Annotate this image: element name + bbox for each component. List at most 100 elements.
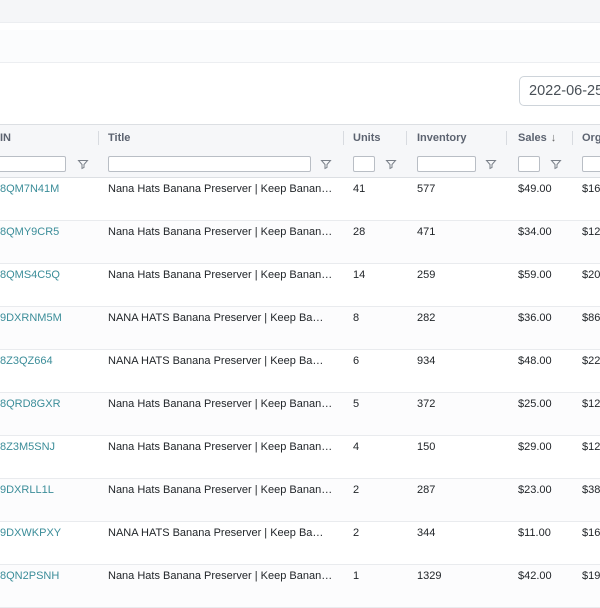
sales-cell: $29.00 [518,441,552,453]
sales-filter-input[interactable] [518,156,540,172]
sales-cell: $11.00 [518,527,551,539]
inventory-cell: 344 [417,527,436,539]
column-header-title[interactable]: Title [100,125,345,151]
units-cell: 2 [353,527,360,539]
inventory-cell: 282 [417,312,436,324]
units-cell: 2 [353,484,360,496]
units-cell: 6 [353,355,360,367]
table-row[interactable]: 8QM7N41M Nana Hats Banana Preserver | Ke… [0,178,600,221]
asin-link[interactable]: 8QRD8GXR [0,393,95,435]
sales-cell: $25.00 [518,398,552,410]
title-cell: NANA HATS Banana Preserver | Keep Banana… [108,527,328,539]
table-row[interactable]: 8QMS4C5Q Nana Hats Banana Preserver | Ke… [0,264,600,307]
filter-funnel-icon[interactable] [485,158,497,170]
asin-link[interactable]: 8QM7N41M [0,178,95,220]
asin-link[interactable]: 8QMY9CR5 [0,221,95,263]
units-cell: 5 [353,398,360,410]
inventory-cell: 287 [417,484,436,496]
title-cell: Nana Hats Banana Preserver | Keep Banana… [108,441,334,453]
title-cell: Nana Hats Banana Preserver | Keep Banana… [108,570,334,582]
column-separator[interactable] [343,131,344,145]
org-filter-input[interactable] [582,156,600,172]
org-cell: $16 [582,183,600,195]
units-cell: 14 [353,269,366,281]
inventory-cell: 259 [417,269,436,281]
org-cell: $16 [582,527,600,539]
inventory-filter-input[interactable] [417,156,476,172]
column-header-org[interactable]: Org [574,125,600,151]
asin-link[interactable]: 9DXRLL1L [0,479,95,521]
title-cell: NANA HATS Banana Preserver | Keep Banana… [108,355,328,367]
org-cell: $86 [582,312,600,324]
title-cell: Nana Hats Banana Preserver | Keep Banana… [108,183,334,195]
org-cell: $22 [582,355,600,367]
column-header-units[interactable]: Units [345,125,408,151]
asin-link[interactable]: 8Z3QZ664 [0,350,95,392]
asin-link[interactable]: 8Z3M5SNJ [0,436,95,478]
column-separator[interactable] [572,131,573,145]
sub-bar-divider [0,62,600,63]
inventory-cell: 471 [417,226,436,238]
title-cell: NANA HATS Banana Preserver | Keep Banana… [108,312,328,324]
title-cell: Nana Hats Banana Preserver | Keep Banana… [108,269,334,281]
table-row[interactable]: 8Z3M5SNJ Nana Hats Banana Preserver | Ke… [0,436,600,479]
inventory-cell: 150 [417,441,436,453]
units-filter-input[interactable] [353,156,375,172]
sales-cell: $59.00 [518,269,552,281]
filter-funnel-icon[interactable] [77,158,89,170]
sales-cell: $36.00 [518,312,552,324]
column-header-inventory[interactable]: Inventory [409,125,509,151]
table-row[interactable]: 9DXRNM5M NANA HATS Banana Preserver | Ke… [0,307,600,350]
units-cell: 1 [353,570,360,582]
sales-cell: $42.00 [518,570,552,582]
sort-descending-icon[interactable]: ↓ [551,132,557,144]
title-cell: Nana Hats Banana Preserver | Keep Banana… [108,398,334,410]
column-separator[interactable] [406,131,407,145]
inventory-cell: 577 [417,183,436,195]
sub-bar [0,30,600,62]
table-row[interactable]: 8QRD8GXR Nana Hats Banana Preserver | Ke… [0,393,600,436]
table-row[interactable]: 8QMY9CR5 Nana Hats Banana Preserver | Ke… [0,221,600,264]
sales-cell: $48.00 [518,355,552,367]
asin-filter-input[interactable] [0,156,66,172]
table-row[interactable]: 8Z3QZ664 NANA HATS Banana Preserver | Ke… [0,350,600,393]
date-filter-input[interactable]: 2022-06-25 [519,76,600,106]
inventory-cell: 934 [417,355,436,367]
table-row[interactable]: 8QN2PSNH Nana Hats Banana Preserver | Ke… [0,565,600,608]
org-cell: $38 [582,484,600,496]
top-bar-divider [0,22,600,23]
sales-cell: $49.00 [518,183,552,195]
units-cell: 41 [353,183,366,195]
units-cell: 28 [353,226,366,238]
units-cell: 8 [353,312,360,324]
title-cell: Nana Hats Banana Preserver | Keep Banana… [108,226,334,238]
org-cell: $12 [582,441,600,453]
column-separator[interactable] [98,131,99,145]
units-cell: 4 [353,441,360,453]
filter-funnel-icon[interactable] [550,158,562,170]
sales-cell: $23.00 [518,484,552,496]
title-cell: Nana Hats Banana Preserver | Keep Banana… [108,484,334,496]
title-filter-input[interactable] [108,156,311,172]
top-bar [0,0,600,22]
data-grid: IN Title Units Inventory Sales ↓ Org 8QM7… [0,124,600,608]
column-header-sales[interactable]: Sales ↓ [510,125,575,151]
table-row[interactable]: 9DXRLL1L Nana Hats Banana Preserver | Ke… [0,479,600,522]
filter-funnel-icon[interactable] [385,158,397,170]
filter-funnel-icon[interactable] [320,158,332,170]
column-separator[interactable] [506,131,507,145]
table-row[interactable]: 9DXWKPXY NANA HATS Banana Preserver | Ke… [0,522,600,565]
inventory-cell: 372 [417,398,436,410]
column-header-sales-label: Sales [518,132,547,144]
sales-cell: $34.00 [518,226,552,238]
asin-link[interactable]: 8QN2PSNH [0,565,95,607]
org-cell: $19 [582,570,600,582]
asin-link[interactable]: 9DXRNM5M [0,307,95,349]
org-cell: $20 [582,269,600,281]
org-cell: $12 [582,226,600,238]
org-cell: $12 [582,398,600,410]
asin-link[interactable]: 8QMS4C5Q [0,264,95,306]
column-header-asin[interactable]: IN [0,125,97,151]
asin-link[interactable]: 9DXWKPXY [0,522,95,564]
inventory-cell: 1329 [417,570,442,582]
